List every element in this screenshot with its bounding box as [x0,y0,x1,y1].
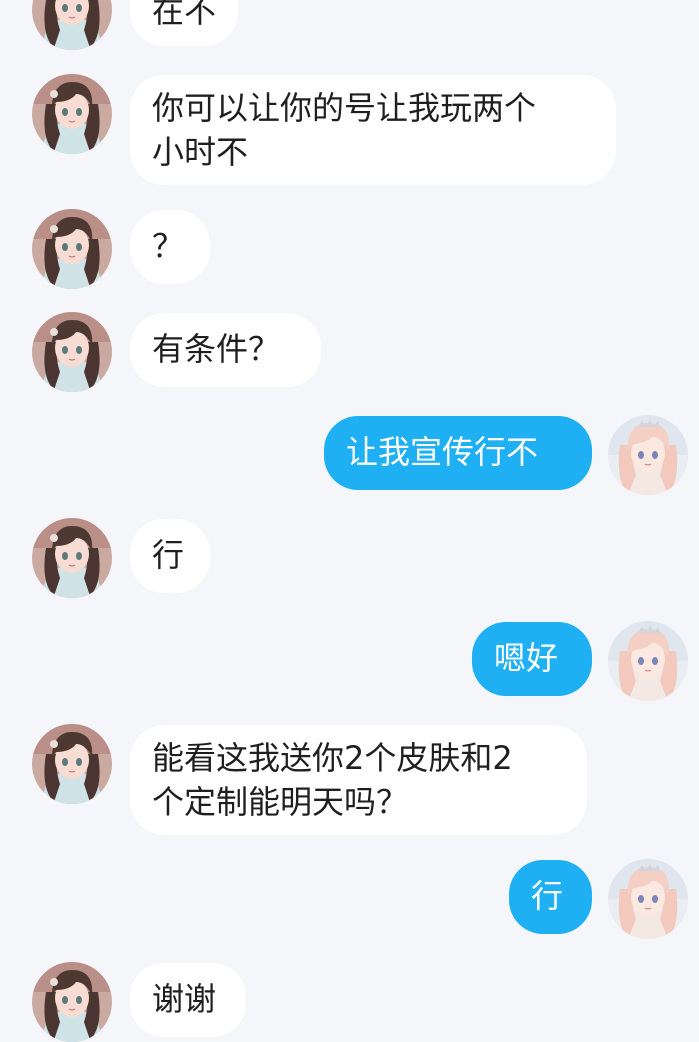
friend-avatar[interactable] [32,0,112,50]
friend-avatar[interactable] [32,724,112,804]
message-bubble[interactable]: 你可以让你的号让我玩两个 小时不 [130,75,616,185]
message-bubble[interactable]: 能看这我送你2个皮肤和2 个定制能明天吗？ [130,725,587,835]
chat-message-list[interactable]: 在不 你可以让你的号让我玩两个 小时不 ？ 有条件？ 让我宣传行不 行 嗯好 能… [0,0,699,1006]
message-bubble[interactable]: 让我宣传行不 [324,416,592,490]
friend-avatar[interactable] [32,209,112,289]
message-bubble[interactable]: 在不 [130,0,239,46]
message-bubble[interactable]: 谢谢 [130,963,246,1037]
message-bubble[interactable]: 行 [509,860,592,934]
friend-avatar[interactable] [32,312,112,392]
message-bubble[interactable]: ？ [130,210,210,284]
self-avatar[interactable] [608,859,688,939]
message-bubble[interactable]: 行 [130,519,210,593]
friend-avatar[interactable] [32,74,112,154]
self-avatar[interactable] [608,415,688,495]
friend-avatar[interactable] [32,518,112,598]
self-avatar[interactable] [608,621,688,701]
message-bubble[interactable]: 有条件？ [130,313,321,387]
message-bubble[interactable]: 嗯好 [472,622,592,696]
friend-avatar[interactable] [32,962,112,1042]
